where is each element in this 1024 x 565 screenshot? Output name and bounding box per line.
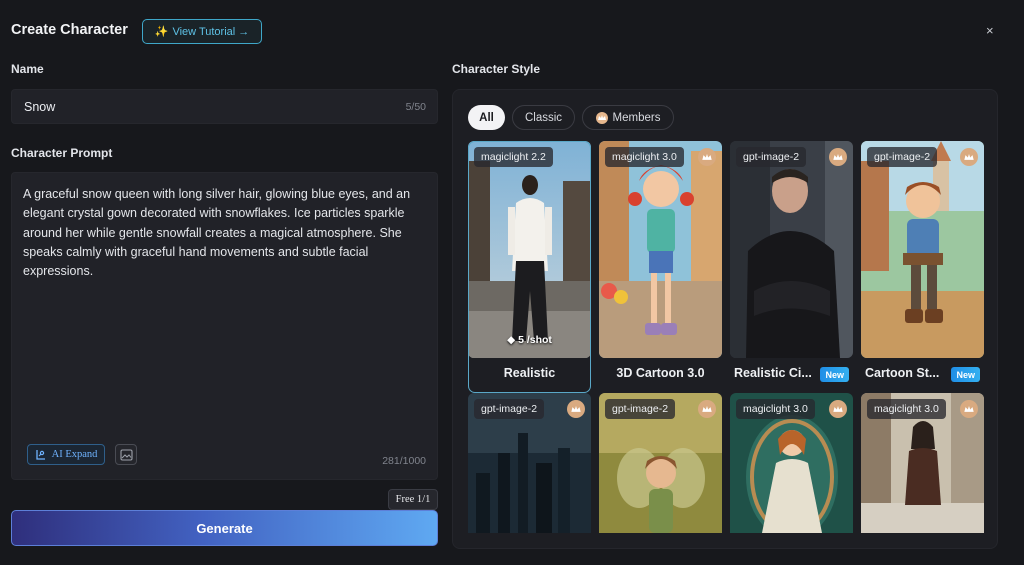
view-tutorial-button[interactable]: ✨ View Tutorial → — [142, 19, 262, 44]
style-card-city-night[interactable]: gpt-image-2 — [468, 393, 591, 533]
diamond-icon: ◆ — [507, 334, 516, 346]
character-prompt-textarea[interactable]: A graceful snow queen with long silver h… — [11, 172, 438, 480]
close-icon[interactable]: × — [986, 23, 994, 38]
model-badge: magiclight 3.0 — [736, 399, 815, 419]
image-upload-button[interactable] — [115, 444, 137, 465]
style-card-3d-cartoon[interactable]: magiclight 3.0 3D Cartoon 3.0 — [599, 141, 722, 393]
image-icon — [119, 448, 133, 461]
ai-expand-label: AI Expand — [51, 449, 98, 460]
style-preview-image — [861, 141, 984, 358]
style-preview-image — [599, 141, 722, 358]
model-badge: gpt-image-2 — [736, 147, 807, 167]
page-title: Create Character — [11, 22, 128, 38]
character-style-label: Character Style — [452, 62, 541, 76]
style-card-name: Cartoon St... — [865, 366, 940, 380]
model-badge: magiclight 2.2 — [474, 147, 553, 167]
filter-classic[interactable]: Classic — [512, 105, 575, 130]
style-card-fairy[interactable]: gpt-image-2 — [599, 393, 722, 533]
view-tutorial-label: View Tutorial → — [172, 25, 250, 38]
filter-all[interactable]: All — [468, 105, 505, 130]
new-badge: New — [951, 367, 980, 382]
model-badge: gpt-image-2 — [474, 399, 545, 419]
model-badge: magiclight 3.0 — [605, 147, 684, 167]
name-char-count: 5/50 — [405, 101, 426, 113]
filter-members[interactable]: Members — [582, 105, 674, 130]
new-badge: New — [820, 367, 849, 382]
prompt-text: A graceful snow queen with long silver h… — [23, 187, 411, 279]
name-input[interactable]: Snow 5/50 — [11, 89, 438, 124]
character-prompt-label: Character Prompt — [11, 146, 113, 160]
model-badge: gpt-image-2 — [867, 147, 938, 167]
crown-icon — [698, 400, 716, 418]
style-card-realistic-cinematic[interactable]: gpt-image-2 Realistic Ci... New — [730, 141, 853, 393]
style-card-cartoon-storybook[interactable]: gpt-image-2 Cartoon St... New — [861, 141, 984, 393]
crown-icon — [960, 148, 978, 166]
name-label: Name — [11, 62, 44, 76]
crown-icon — [829, 400, 847, 418]
crown-icon — [698, 148, 716, 166]
cost-value: 5 /shot — [518, 334, 552, 346]
ai-expand-icon — [35, 449, 45, 460]
sparkle-icon: ✨ — [154, 26, 169, 38]
style-preview-image — [730, 141, 853, 358]
style-card-princess[interactable]: magiclight 3.0 — [730, 393, 853, 533]
crown-icon — [595, 111, 608, 124]
style-card-name: Realistic Ci... — [734, 366, 812, 380]
crown-icon — [960, 400, 978, 418]
crown-icon — [567, 400, 585, 418]
name-value: Snow — [24, 100, 56, 114]
style-card-realistic[interactable]: magiclight 2.2 ◆ 5 /shot Realistic — [468, 141, 591, 393]
character-style-panel: All Classic Members magiclight 2.2 ◆ 5 /… — [452, 89, 998, 549]
free-quota-badge: Free 1/1 — [388, 489, 438, 510]
crown-icon — [829, 148, 847, 166]
model-badge: magiclight 3.0 — [867, 399, 946, 419]
style-card-name: 3D Cartoon 3.0 — [616, 366, 705, 380]
filter-members-label: Members — [612, 111, 661, 124]
model-badge: gpt-image-2 — [605, 399, 676, 419]
style-card-street-fashion[interactable]: magiclight 3.0 — [861, 393, 984, 533]
ai-expand-button[interactable]: AI Expand — [27, 444, 105, 465]
generate-button[interactable]: Generate — [11, 510, 438, 546]
cost-label: ◆ 5 /shot — [468, 334, 591, 346]
style-preview-image — [468, 141, 591, 358]
style-card-name: Realistic — [503, 366, 556, 380]
prompt-char-count: 281/1000 — [382, 455, 426, 467]
